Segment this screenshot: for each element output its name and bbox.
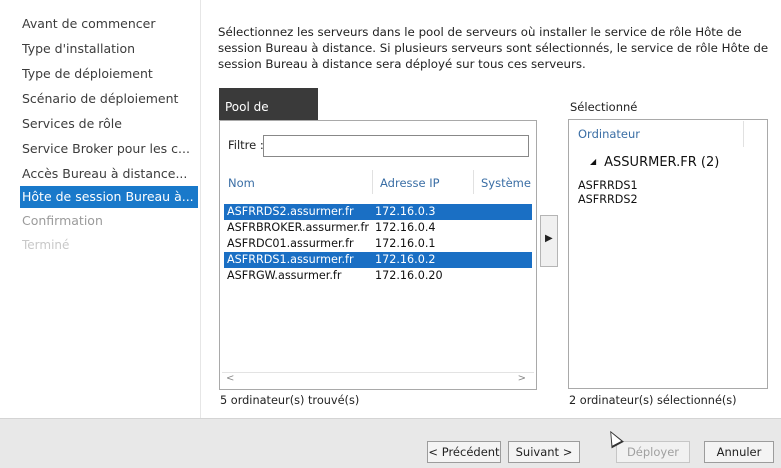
column-header-nom[interactable]: Nom — [228, 176, 255, 190]
column-separator[interactable] — [372, 170, 373, 194]
page-description: Sélectionnez les serveurs dans le pool d… — [218, 25, 769, 71]
table-row[interactable]: ASFRRDS2.assurmer.fr 172.16.0.3 — [224, 204, 532, 220]
column-separator[interactable] — [743, 121, 744, 147]
server-ip: 172.16.0.2 — [375, 253, 436, 266]
filter-label: Filtre : — [228, 138, 264, 152]
table-row[interactable]: ASFRRDS1.assurmer.fr 172.16.0.2 — [224, 252, 532, 268]
found-count: 5 ordinateur(s) trouvé(s) — [220, 394, 360, 407]
selected-item[interactable]: ASFRRDS1 — [578, 179, 638, 192]
table-row[interactable]: ASFRGW.assurmer.fr 172.16.0.20 — [224, 268, 532, 284]
deploy-button: Déployer — [616, 441, 690, 463]
column-separator[interactable] — [473, 170, 474, 194]
selected-count: 2 ordinateur(s) sélectionné(s) — [569, 394, 737, 407]
wizard-navigation: Avant de commencer Type d'installation T… — [0, 0, 200, 418]
column-header-adresse-ip[interactable]: Adresse IP — [380, 176, 440, 190]
filter-input[interactable] — [263, 135, 529, 157]
tab-pool-de-serveurs[interactable]: Pool de serveurs — [219, 88, 318, 152]
server-name: ASFRBROKER.assurmer.fr — [227, 221, 370, 234]
nav-item-hote-session[interactable]: Hôte de session Bureau à... — [20, 186, 198, 208]
arrow-right-icon: ▶ — [545, 233, 553, 244]
nav-divider — [200, 0, 201, 418]
group-label: ASSURMER.FR (2) — [604, 155, 720, 170]
server-name: ASFRDC01.assurmer.fr — [227, 237, 354, 250]
selected-title: Sélectionné — [570, 100, 638, 114]
nav-item-services-de-role[interactable]: Services de rôle — [22, 113, 198, 135]
nav-item-service-broker[interactable]: Service Broker pour les c... — [22, 138, 198, 160]
horizontal-scrollbar[interactable]: < > — [222, 372, 534, 387]
server-name: ASFRGW.assurmer.fr — [227, 269, 342, 282]
table-row[interactable]: ASFRDC01.assurmer.fr 172.16.0.1 — [224, 236, 532, 252]
nav-item-avant-de-commencer[interactable]: Avant de commencer — [22, 13, 198, 35]
next-button[interactable]: Suivant > — [508, 441, 580, 463]
cancel-button[interactable]: Annuler — [704, 441, 774, 463]
nav-item-type-installation[interactable]: Type d'installation — [22, 38, 198, 60]
scroll-right-icon[interactable]: > — [518, 373, 526, 384]
group-assurmer[interactable]: ◢ ASSURMER.FR (2) — [590, 155, 719, 170]
server-ip: 172.16.0.20 — [375, 269, 443, 282]
nav-item-scenario-deploiement[interactable]: Scénario de déploiement — [22, 88, 198, 110]
server-ip: 172.16.0.3 — [375, 205, 436, 218]
table-row[interactable]: ASFRBROKER.assurmer.fr 172.16.0.4 — [224, 220, 532, 236]
selected-item[interactable]: ASFRRDS2 — [578, 193, 638, 206]
scroll-left-icon[interactable]: < — [226, 373, 234, 384]
server-ip: 172.16.0.4 — [375, 221, 436, 234]
column-header-ordinateur[interactable]: Ordinateur — [578, 127, 640, 141]
server-ip: 172.16.0.1 — [375, 237, 436, 250]
nav-item-acces-bureau[interactable]: Accès Bureau à distance... — [22, 163, 198, 185]
nav-item-confirmation: Confirmation — [22, 213, 103, 228]
nav-item-type-deploiement[interactable]: Type de déploiement — [22, 63, 198, 85]
add-to-selection-button[interactable]: ▶ — [540, 215, 558, 267]
server-name: ASFRRDS1.assurmer.fr — [227, 253, 354, 266]
nav-item-termine: Terminé — [22, 238, 70, 252]
previous-button[interactable]: < Précédent — [427, 441, 501, 463]
server-name: ASFRRDS2.assurmer.fr — [227, 205, 354, 218]
triangle-expand-icon[interactable]: ◢ — [590, 157, 596, 166]
column-header-systeme[interactable]: Système d — [481, 176, 533, 190]
